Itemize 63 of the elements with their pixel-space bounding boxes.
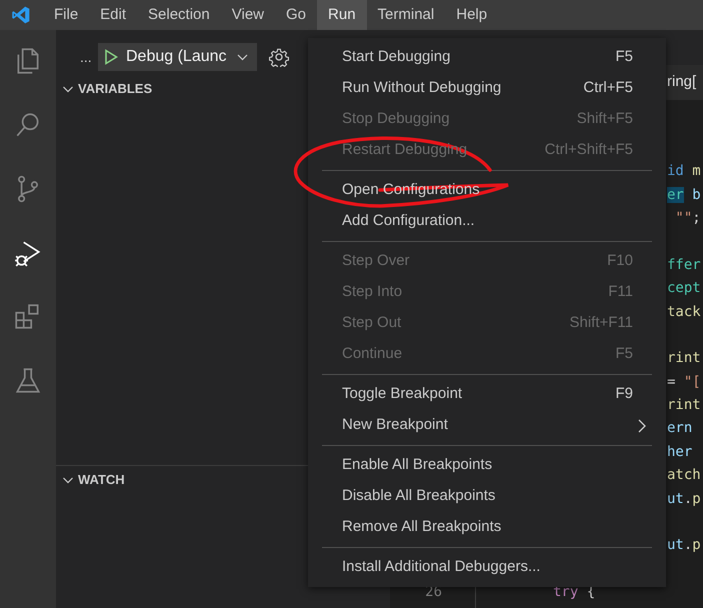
- shortcut-label: F10: [607, 251, 633, 272]
- menu-item[interactable]: Remove All Breakpoints: [308, 512, 666, 543]
- shortcut-label: F5: [615, 47, 633, 68]
- menu-item-label: New Breakpoint: [342, 415, 449, 436]
- menu-item-label: Step Into: [342, 282, 404, 302]
- menu-item[interactable]: Add Configuration...: [308, 206, 666, 237]
- code-line: cept: [667, 279, 701, 298]
- code-line: ern: [667, 419, 692, 438]
- code-line: er b: [667, 186, 701, 205]
- code-line: "";: [674, 208, 701, 228]
- menu-item-label: Disable All Breakpoints: [342, 486, 496, 506]
- play-icon[interactable]: [104, 49, 118, 65]
- menu-item-label: Install Additional Debuggers...: [342, 557, 542, 578]
- menu-bar-item[interactable]: File: [43, 0, 90, 30]
- code-line: tack: [667, 302, 701, 322]
- code-line: id m: [667, 162, 701, 182]
- menu-item-label: Stop Debugging: [342, 109, 451, 130]
- shortcut-label: F5: [615, 344, 633, 364]
- menu-item-label: Run Without Debugging: [342, 78, 502, 98]
- menu-item-label: Start Debugging: [342, 47, 452, 68]
- menu-item-label: Add Configuration...: [342, 211, 476, 232]
- menu-bar-item[interactable]: Selection: [137, 0, 221, 30]
- menu-item-label: Step Out: [342, 313, 402, 334]
- shortcut-label: Shift+F5: [576, 109, 633, 130]
- menu-bar-item[interactable]: Go: [275, 0, 318, 30]
- menu-item-label: Toggle Breakpoint: [342, 384, 464, 404]
- code-line: atch: [667, 466, 701, 486]
- menu-item[interactable]: Run Without Debugging Ctrl+F5: [308, 73, 666, 104]
- menu-item[interactable]: New Breakpoint: [308, 410, 666, 441]
- shortcut-label: F11: [608, 282, 633, 302]
- settings-icon[interactable]: [269, 47, 289, 67]
- configuration-dropdown[interactable]: Debug (Launc: [98, 43, 257, 71]
- breadcrumb-item[interactable]: ring[: [667, 71, 696, 94]
- code-line: rint: [667, 349, 701, 368]
- code-line: her: [667, 442, 692, 462]
- more-actions-button[interactable]: ...: [80, 46, 96, 68]
- menu-item-label: Continue: [342, 344, 404, 364]
- chevron-down-icon: [236, 54, 248, 60]
- menu-bar-item[interactable]: View: [220, 0, 275, 30]
- code-line: ut.p: [667, 490, 701, 509]
- section-header[interactable]: VARIABLES: [78, 79, 152, 99]
- menu-item-label: Step Over: [342, 251, 411, 272]
- menu-item-label: Enable All Breakpoints: [342, 455, 494, 476]
- menu-bar-item[interactable]: Terminal: [366, 0, 446, 30]
- app-logo-icon: [11, 5, 31, 25]
- shortcut-label: Ctrl+Shift+F5: [544, 140, 633, 160]
- menu-item[interactable]: Install Additional Debuggers...: [308, 552, 666, 583]
- code-line: ffer: [667, 256, 701, 275]
- code-line: ut.p: [667, 536, 701, 556]
- menu-bar-item[interactable]: Edit: [89, 0, 138, 30]
- menu-bar-item[interactable]: Run: [317, 0, 367, 30]
- menu-item-label: Remove All Breakpoints: [342, 517, 502, 538]
- code-line: = "[: [667, 372, 701, 392]
- shortcut-label: Ctrl+F5: [583, 78, 633, 98]
- code-line: rint: [667, 396, 701, 416]
- menu-item[interactable]: Start Debugging F5: [308, 42, 666, 73]
- section-header[interactable]: WATCH: [78, 470, 125, 490]
- menu-item[interactable]: Toggle Breakpoint F9: [308, 379, 666, 410]
- shortcut-label: Shift+F11: [569, 313, 633, 334]
- shortcut-label: F9: [615, 384, 633, 404]
- menu-item[interactable]: Disable All Breakpoints: [308, 481, 666, 512]
- menu-item[interactable]: Enable All Breakpoints: [308, 450, 666, 481]
- menu-bar-item[interactable]: Help: [445, 0, 498, 30]
